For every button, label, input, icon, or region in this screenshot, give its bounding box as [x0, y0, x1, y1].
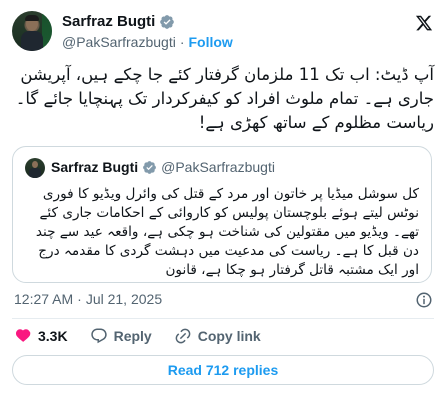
info-icon[interactable] — [415, 291, 433, 309]
quoted-post-text: کل سوشل میڈیا پر خاتون اور مرد کے قتل کی… — [35, 186, 419, 278]
follow-button[interactable]: Follow — [189, 34, 233, 50]
like-count: 3.3K — [38, 328, 68, 344]
separator-dot: · — [179, 34, 185, 50]
separator-dot: · — [77, 291, 82, 307]
action-bar: 3.3K Reply Copy link — [14, 325, 261, 347]
verified-badge-icon — [160, 14, 175, 29]
quoted-author-handle: @PakSarfrazbugti — [161, 159, 275, 175]
embedded-post-card: Sarfraz Bugti @PakSarfrazbugti · Follow … — [0, 0, 446, 411]
verified-badge-icon — [143, 160, 157, 174]
quoted-author-name: Sarfraz Bugti — [51, 159, 139, 175]
author-handle-row: @PakSarfrazbugti · Follow — [62, 34, 233, 50]
quoted-author-avatar — [25, 158, 45, 178]
author-name-row: Sarfraz Bugti — [62, 13, 175, 30]
quoted-author-row: Sarfraz Bugti @PakSarfrazbugti — [51, 159, 275, 175]
x-logo-icon[interactable] — [415, 14, 433, 32]
link-icon — [175, 328, 191, 344]
heart-icon — [15, 329, 31, 342]
copy-link-button[interactable]: Copy link — [174, 327, 261, 345]
like-button[interactable]: 3.3K — [14, 327, 68, 345]
author-name[interactable]: Sarfraz Bugti — [62, 13, 155, 30]
read-replies-button[interactable]: Read 712 replies — [12, 355, 434, 385]
reply-icon — [90, 328, 107, 344]
author-avatar[interactable] — [12, 11, 52, 51]
reply-label: Reply — [113, 328, 152, 344]
post-timestamp[interactable]: 12:27 AM · Jul 21, 2025 — [14, 291, 162, 307]
author-handle[interactable]: @PakSarfrazbugti — [62, 34, 176, 50]
divider — [12, 318, 434, 319]
post-time: 12:27 AM — [14, 291, 74, 307]
copy-link-label: Copy link — [197, 328, 261, 344]
post-date: Jul 21, 2025 — [85, 291, 163, 307]
reply-button[interactable]: Reply — [90, 327, 152, 345]
quoted-post[interactable]: Sarfraz Bugti @PakSarfrazbugti کل سوشل م… — [12, 146, 432, 283]
post-text: آپ ڈیٹ: اب تک 11 ملزمان گرفتار کئے جا چک… — [15, 65, 434, 132]
